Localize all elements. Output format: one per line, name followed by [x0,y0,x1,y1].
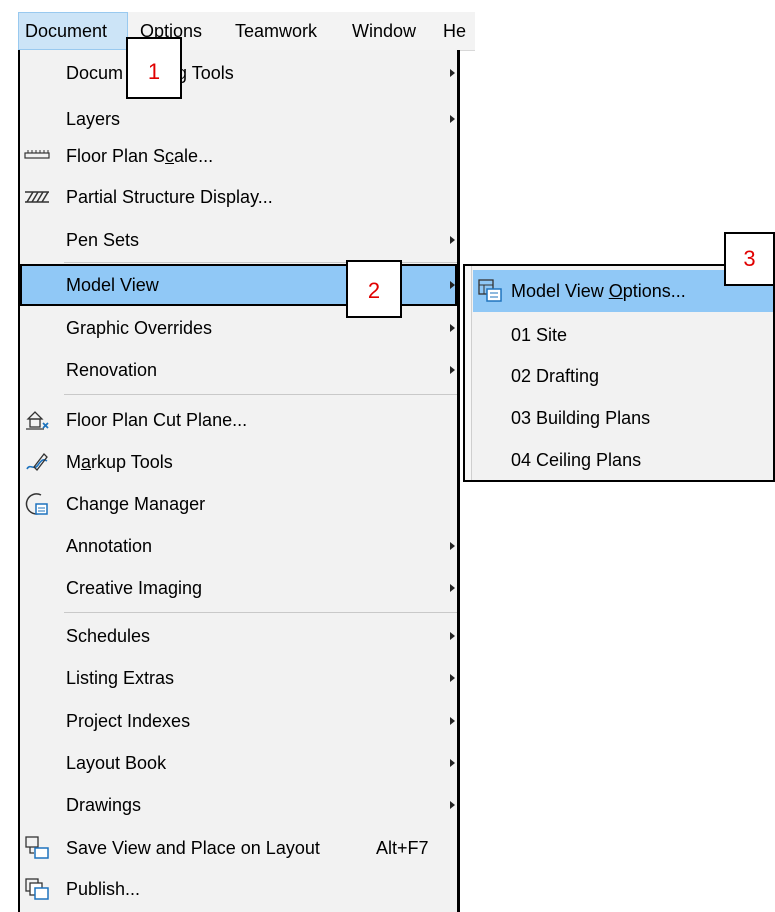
menu-item-label: Markup Tools [66,452,173,472]
menu-item-layers[interactable]: Layers [20,98,457,140]
document-menu: Docum g Tools Layers Floor Plan Scale... … [18,50,460,912]
submenu-arrow-icon [450,632,455,640]
menu-item-label: Listing Extras [66,668,175,688]
change-manager-icon [25,493,48,515]
submenu-item-02-drafting[interactable]: 02 Drafting [473,355,773,397]
menu-item-label: Schedules [66,626,151,646]
menu-item-project-indexes[interactable]: Project Indexes [20,700,457,742]
menu-item-label: Floor Plan Scale... [66,146,214,166]
submenu-arrow-icon [450,281,455,289]
submenu-item-label: 03 Building Plans [511,408,651,428]
submenu-item-04-ceiling-plans[interactable]: 04 Ceiling Plans [473,439,773,481]
model-view-submenu: Model View Options... 01 Site 02 Draftin… [463,264,775,482]
submenu-arrow-icon [450,801,455,809]
menu-window[interactable]: Window [352,12,416,50]
menu-item-label: Layout Book [66,753,167,773]
submenu-item-label: 02 Drafting [511,366,600,386]
submenu-arrow-icon [450,324,455,332]
menu-item-label: Renovation [66,360,158,380]
menu-item-label: Annotation [66,536,153,556]
submenu-item-label: Model View Options... [511,281,686,301]
submenu-item-01-site[interactable]: 01 Site [473,314,773,356]
menu-item-publish[interactable]: Publish... [20,868,457,910]
menu-item-documenting-tools[interactable]: Docum g Tools [20,52,457,94]
menu-item-markup-tools[interactable]: Markup Tools [20,441,457,483]
callout-1: 1 [126,37,182,99]
submenu-arrow-icon [450,674,455,682]
callout-2: 2 [346,260,402,318]
submenu-arrow-icon [450,366,455,374]
menu-separator [64,612,457,613]
menu-item-floor-plan-scale[interactable]: Floor Plan Scale... [20,135,457,177]
menu-item-save-view-and-place[interactable]: Save View and Place on Layout Alt+F7 [20,827,457,869]
scale-ruler-icon [24,150,50,159]
markup-pen-icon [26,453,48,471]
menu-item-change-manager[interactable]: Change Manager [20,483,457,525]
cut-plane-icon [26,411,49,430]
submenu-item-03-building-plans[interactable]: 03 Building Plans [473,397,773,439]
model-view-options-icon [478,279,502,302]
menu-item-label: Floor Plan Cut Plane... [66,410,248,430]
callout-3: 3 [724,232,775,286]
menu-item-layout-book[interactable]: Layout Book [20,742,457,784]
menu-item-label: Publish... [66,879,141,899]
menu-item-label: Save View and Place on Layout [66,838,320,858]
shortcut-label: Alt+F7 [376,838,429,858]
menu-separator [64,394,457,395]
menu-item-partial-structure-display[interactable]: Partial Structure Display... [20,176,457,218]
submenu-arrow-icon [450,759,455,767]
menu-item-label: Pen Sets [66,230,140,250]
menu-item-drawings[interactable]: Drawings [20,784,457,826]
publish-icon [25,878,49,900]
menu-item-label: Project Indexes [66,711,191,731]
menu-item-label: Partial Structure Display... [66,187,273,207]
menu-item-label: Drawings [66,795,142,815]
menu-item-label: Creative Imaging [66,578,203,598]
hatch-icon [25,191,49,203]
submenu-arrow-icon [450,236,455,244]
menu-help[interactable]: He [443,12,466,50]
menu-item-label: Change Manager [66,494,206,514]
submenu-arrow-icon [450,717,455,725]
submenu-arrow-icon [450,584,455,592]
submenu-item-label: 04 Ceiling Plans [511,450,642,470]
menu-item-label: Graphic Overrides [66,318,213,338]
menu-item-renovation[interactable]: Renovation [20,349,457,391]
menu-item-schedules[interactable]: Schedules [20,615,457,657]
submenu-scrollbar[interactable] [465,266,472,480]
menu-item-creative-imaging[interactable]: Creative Imaging [20,567,457,609]
menu-teamwork[interactable]: Teamwork [235,12,317,50]
menu-item-label: Model View [66,275,159,295]
submenu-arrow-icon [450,542,455,550]
menu-item-annotation[interactable]: Annotation [20,525,457,567]
menu-document[interactable]: Document [18,12,128,50]
submenu-arrow-icon [450,69,455,77]
menu-bar: Document Options Teamwork Window He [18,12,475,51]
save-view-icon [25,836,49,859]
menu-item-pen-sets[interactable]: Pen Sets [20,219,457,261]
submenu-item-label: 01 Site [511,325,568,345]
menu-item-listing-extras[interactable]: Listing Extras [20,657,457,699]
menu-item-floor-plan-cut-plane[interactable]: Floor Plan Cut Plane... [20,399,457,441]
menu-item-label: Layers [66,109,121,129]
submenu-arrow-icon [450,115,455,123]
